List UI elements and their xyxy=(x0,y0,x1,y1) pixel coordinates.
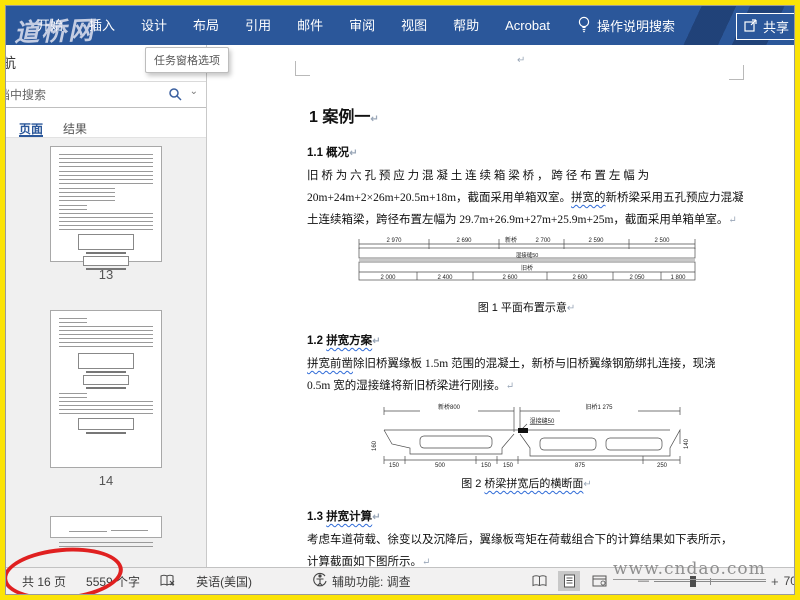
web-layout-button[interactable] xyxy=(588,571,610,591)
document-canvas[interactable]: ↵ 1 案例一↵ 1.1 概况↵ 旧 桥 为 六 孔 预 应 力 混 凝 土 连… xyxy=(207,45,794,568)
view-switcher xyxy=(528,571,610,591)
search-icon[interactable] xyxy=(168,87,182,106)
zoom-control: — + 70% xyxy=(638,574,794,589)
share-label: 共享 xyxy=(762,20,789,35)
svg-text:2 700: 2 700 xyxy=(535,238,551,244)
paragraph-widening-scheme: 拼宽前凿除旧桥翼缘板 1.5m 范围的混凝土，新桥与旧桥翼缘钢筋绑扎连接，现浇 … xyxy=(307,358,716,392)
figure-1-caption: 图 1 平面布置示意↵ xyxy=(477,302,576,314)
tab-mailings[interactable]: 邮件 xyxy=(284,6,336,45)
svg-text:2 600: 2 600 xyxy=(572,275,588,281)
word-count[interactable]: 5559 个字 xyxy=(76,573,150,590)
fig2-joint-label: 湿接缝50 xyxy=(529,417,554,425)
svg-text:875: 875 xyxy=(574,463,585,468)
nav-tab-pages[interactable]: 页面 xyxy=(19,120,44,138)
print-layout-button[interactable] xyxy=(558,571,580,591)
fig2-old-bridge-dim: 旧桥1 275 xyxy=(585,403,613,411)
status-bar: 共 16 页 5559 个字 英语(美国) 辅助功能: 调查 — + 7 xyxy=(6,567,794,594)
accessibility-icon xyxy=(312,572,327,590)
tab-references[interactable]: 引用 xyxy=(232,6,284,45)
page-count[interactable]: 共 16 页 xyxy=(12,573,76,590)
proofing-errors-icon[interactable] xyxy=(150,574,186,588)
word-window: 开始 插入 设计 布局 引用 邮件 审阅 视图 帮助 Acrobat 操作说明搜… xyxy=(5,5,795,595)
thumbnail-page-14[interactable] xyxy=(50,310,162,468)
navigation-pane-title: 导航 xyxy=(6,53,16,73)
heading-1-2: 1.2 拼宽方案↵ xyxy=(307,335,381,347)
tab-acrobat[interactable]: Acrobat xyxy=(492,6,563,45)
accessibility-status[interactable]: 辅助功能: 调查 xyxy=(302,572,421,590)
document-search-box[interactable]: 在文档中搜索 ⌄ xyxy=(6,81,206,108)
figure-2-cross-section: 新桥800 旧桥1 275 湿接缝50 150 500 150 150 875 … xyxy=(307,402,746,473)
svg-text:2 050: 2 050 xyxy=(629,275,645,281)
tab-review[interactable]: 审阅 xyxy=(336,6,388,45)
svg-text:2 590: 2 590 xyxy=(588,238,604,244)
svg-text:150: 150 xyxy=(502,463,513,468)
figure-2-caption: 图 2 桥梁拼宽后的横断面↵ xyxy=(461,478,592,490)
tab-insert[interactable]: 插入 xyxy=(76,6,128,45)
task-pane-options-tooltip: 任务窗格选项 xyxy=(145,47,229,73)
zoom-in-icon[interactable]: + xyxy=(771,574,779,589)
svg-text:2 690: 2 690 xyxy=(456,238,472,244)
svg-text:150: 150 xyxy=(480,463,491,468)
svg-text:150: 150 xyxy=(388,463,399,468)
svg-text:140: 140 xyxy=(684,438,690,449)
svg-text:2 000: 2 000 xyxy=(380,275,396,281)
zoom-slider[interactable] xyxy=(654,575,766,587)
svg-text:160: 160 xyxy=(372,440,378,451)
tell-me-search[interactable]: 操作说明搜索 xyxy=(577,16,675,36)
heading-1-1: 1.1 概况↵ xyxy=(307,147,358,159)
navigation-pane-tabs: 页面 结果 xyxy=(6,108,206,138)
ribbon-tabs: 开始 插入 设计 布局 引用 邮件 审阅 视图 帮助 Acrobat xyxy=(24,6,563,45)
fig1-joint-label: 湿接缝50 xyxy=(515,251,538,259)
fig1-new-bridge-label: 新桥 xyxy=(504,236,516,244)
tab-design[interactable]: 设计 xyxy=(128,6,180,45)
svg-text:2 400: 2 400 xyxy=(437,275,453,281)
search-dropdown-icon[interactable]: ⌄ xyxy=(190,86,198,97)
tab-home[interactable]: 开始 xyxy=(24,6,76,45)
fig1-old-bridge-label: 旧桥 xyxy=(520,264,532,272)
paragraph-calculation: 考虑车道荷载、徐变以及沉降后，翼缘板弯矩在荷载组合下的计算结果如下表所示， 计算… xyxy=(307,534,733,568)
document-content: 1 案例一↵ 1.1 概况↵ 旧 桥 为 六 孔 预 应 力 混 凝 土 连 续… xyxy=(307,45,746,568)
screenshot-yellow-frame: 开始 插入 设计 布局 引用 邮件 审阅 视图 帮助 Acrobat 操作说明搜… xyxy=(0,0,800,600)
share-icon xyxy=(744,18,758,35)
tell-me-label: 操作说明搜索 xyxy=(596,19,675,34)
svg-text:250: 250 xyxy=(656,463,667,468)
navigation-pane: 导航 ⌄ ✕ 在文档中搜索 ⌄ 页面 结果 13 xyxy=(6,45,207,568)
thumbnail-page-number: 14 xyxy=(98,473,114,488)
ribbon-tab-bar: 开始 插入 设计 布局 引用 邮件 审阅 视图 帮助 Acrobat 操作说明搜… xyxy=(6,6,794,47)
svg-text:2 500: 2 500 xyxy=(654,238,670,244)
read-mode-button[interactable] xyxy=(528,571,550,591)
tab-layout[interactable]: 布局 xyxy=(180,6,232,45)
paragraph-overview: 旧 桥 为 六 孔 预 应 力 混 凝 土 连 续 箱 梁 桥 ， 跨 径 布 … xyxy=(307,170,744,226)
thumbnail-page-15-partial[interactable] xyxy=(50,516,162,550)
svg-text:2 600: 2 600 xyxy=(502,275,518,281)
zoom-percentage[interactable]: 70% xyxy=(784,574,794,588)
search-placeholder: 在文档中搜索 xyxy=(6,88,47,102)
tab-help[interactable]: 帮助 xyxy=(440,6,492,45)
zoom-out-icon[interactable]: — xyxy=(638,575,649,587)
svg-text:2 970: 2 970 xyxy=(386,238,402,244)
language-indicator[interactable]: 英语(美国) xyxy=(186,573,262,590)
page-thumbnails-list[interactable]: 13 14 xyxy=(6,137,206,568)
lightbulb-icon xyxy=(577,16,591,36)
nav-tab-results[interactable]: 结果 xyxy=(63,120,87,138)
thumbnail-page-13[interactable] xyxy=(50,146,162,270)
figure-1-plan-diagram: 2 970 2 690 新桥 2 700 2 590 2 500 湿接缝50 旧… xyxy=(307,236,746,297)
fig2-new-bridge-dim: 新桥800 xyxy=(437,403,460,411)
svg-text:500: 500 xyxy=(434,463,445,468)
tab-view[interactable]: 视图 xyxy=(388,6,440,45)
heading-case-one: 1 案例一↵ xyxy=(309,109,379,126)
svg-text:1 800: 1 800 xyxy=(670,275,686,281)
heading-1-3: 1.3 拼宽计算↵ xyxy=(307,511,381,523)
zoom-slider-thumb[interactable] xyxy=(690,575,696,587)
share-button[interactable]: 共享 xyxy=(735,13,794,40)
